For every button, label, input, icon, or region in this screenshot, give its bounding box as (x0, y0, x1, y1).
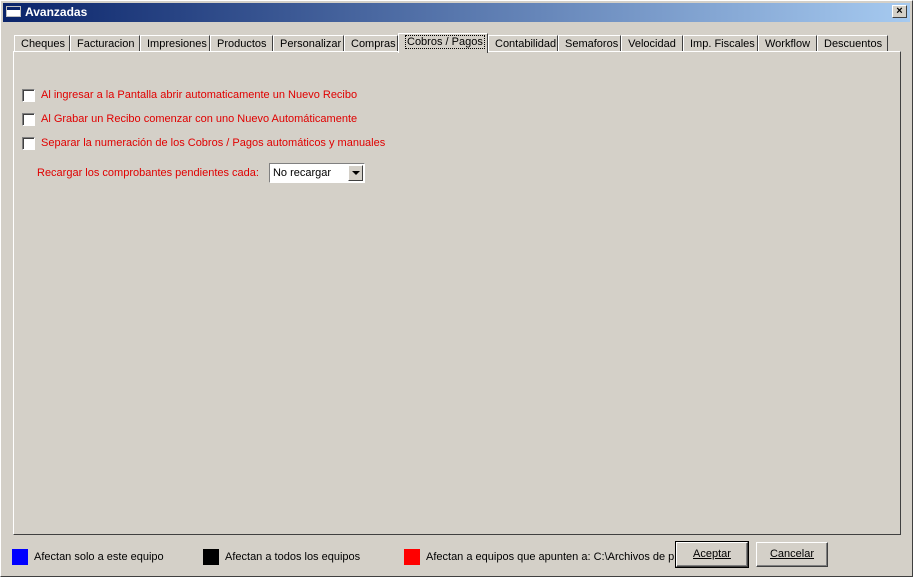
red-swatch (404, 549, 420, 565)
tab-impresiones[interactable]: Impresiones (140, 35, 210, 52)
option-label: Separar la numeración de los Cobros / Pa… (41, 137, 386, 149)
tab-personalizar[interactable]: Personalizar (273, 35, 344, 52)
window-title: Avanzadas (25, 5, 88, 19)
option-separate-numbering[interactable]: Separar la numeración de los Cobros / Pa… (22, 136, 385, 150)
checkbox[interactable] (22, 136, 35, 150)
tab-panel: Al ingresar a la Pantalla abrir automati… (13, 51, 901, 535)
legend-label: Afectan a equipos que apunten a: C:\Arch… (426, 551, 675, 563)
reload-row: Recargar los comprobantes pendientes cad… (37, 163, 365, 183)
checkbox[interactable] (22, 88, 35, 102)
legend-label: Afectan solo a este equipo (34, 551, 164, 563)
tab-descuentos[interactable]: Descuentos (817, 35, 888, 52)
accept-button[interactable]: Aceptar (675, 541, 749, 568)
legend-label: Afectan a todos los equipos (225, 551, 361, 563)
tab-velocidad[interactable]: Velocidad (621, 35, 683, 52)
title-bar[interactable]: Avanzadas × (3, 3, 910, 22)
tab-productos[interactable]: Productos (210, 35, 273, 52)
select-value: No recargar (272, 167, 332, 179)
option-open-new-receipt[interactable]: Al ingresar a la Pantalla abrir automati… (22, 88, 357, 102)
tab-contabilidad[interactable]: Contabilidad (488, 35, 558, 52)
dialog-window: Avanzadas × Cheques Facturacion Impresio… (0, 0, 913, 577)
close-button[interactable]: × (892, 5, 907, 18)
reload-interval-select[interactable]: No recargar (268, 163, 365, 183)
window-icon (6, 6, 21, 17)
chevron-down-icon[interactable] (347, 165, 363, 181)
option-auto-new-after-save[interactable]: Al Grabar un Recibo comenzar con uno Nue… (22, 112, 357, 126)
legend-path: Afectan a equipos que apunten a: C:\Arch… (404, 549, 674, 565)
tab-facturacion[interactable]: Facturacion (70, 35, 140, 52)
reload-label: Recargar los comprobantes pendientes cad… (37, 167, 259, 179)
tab-imp-fiscales[interactable]: Imp. Fiscales (683, 35, 758, 52)
tab-compras[interactable]: Compras (344, 35, 398, 52)
option-label: Al ingresar a la Pantalla abrir automati… (41, 89, 358, 101)
blue-swatch (12, 549, 28, 565)
tab-cheques[interactable]: Cheques (14, 35, 70, 52)
black-swatch (203, 549, 219, 565)
option-label: Al Grabar un Recibo comenzar con uno Nue… (41, 113, 358, 125)
checkbox[interactable] (22, 112, 35, 126)
legend-local: Afectan solo a este equipo (12, 549, 164, 565)
tab-semaforos[interactable]: Semaforos (558, 35, 621, 52)
tab-workflow[interactable]: Workflow (758, 35, 817, 52)
cancel-button[interactable]: Cancelar (756, 542, 828, 567)
legend-all: Afectan a todos los equipos (203, 549, 360, 565)
tab-cobros-pagos[interactable]: Cobros / Pagos (398, 33, 488, 53)
